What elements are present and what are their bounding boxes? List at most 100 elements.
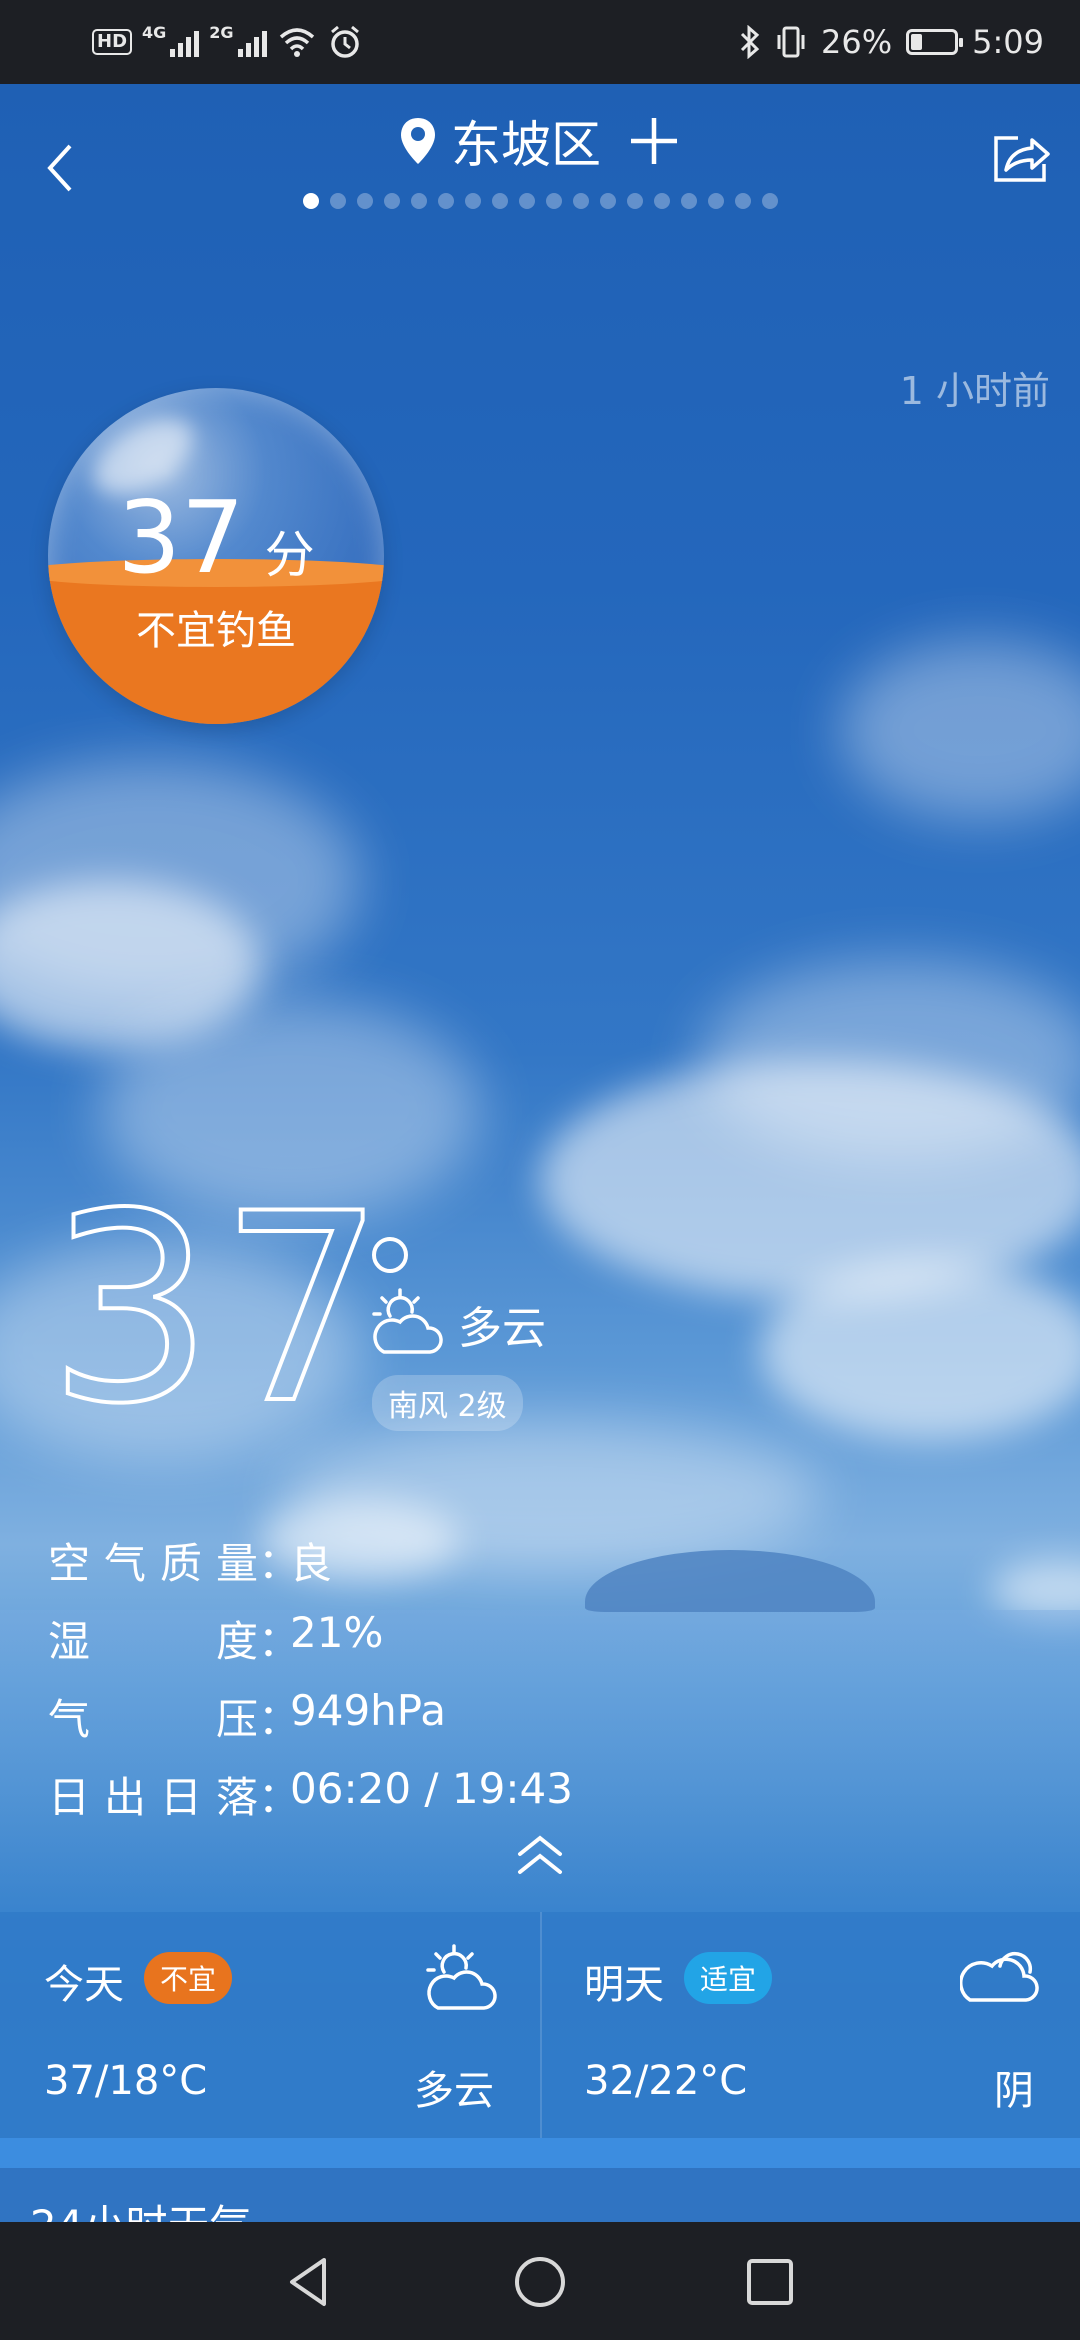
partly-cloudy-icon [372, 1288, 443, 1354]
background-cloud [840, 640, 1080, 820]
vibrate-icon [777, 26, 805, 58]
page-dot-active [302, 193, 319, 209]
detail-label-char: 空 [48, 1539, 91, 1588]
page-dot [518, 193, 535, 209]
detail-value: 949hPa [290, 1686, 446, 1735]
status-bar-right: 26% 5:09 [739, 18, 1044, 66]
page-dot [707, 193, 724, 209]
detail-label-char: 压 [215, 1695, 258, 1744]
battery-percent: 26% [821, 23, 893, 61]
detail-row: 气压： 949hPa [48, 1686, 446, 1747]
page-dot [356, 193, 373, 209]
page-dot [491, 193, 508, 209]
page-dot [761, 193, 778, 209]
degree-symbol [372, 1237, 408, 1273]
signal-icon [170, 27, 200, 57]
detail-label: 空气质量 [48, 1530, 258, 1591]
current-condition: 多云 [458, 1303, 546, 1354]
alarm-icon [330, 25, 359, 58]
detail-label-char: 量 [215, 1539, 258, 1588]
detail-colon: ： [258, 1617, 301, 1666]
sim1-network-type: 4G [142, 22, 167, 42]
hourly-forecast-panel[interactable]: 24小时天气 [0, 2168, 1080, 2222]
forecast-temp-range: 37/18°C [44, 2058, 208, 2104]
page-dot [464, 193, 481, 209]
page-dot [329, 193, 346, 209]
page-dot [734, 193, 751, 209]
clock: 5:09 [972, 23, 1044, 61]
detail-label-char: 出 [103, 1773, 146, 1822]
forecast-temp-range: 32/22°C [584, 2058, 748, 2104]
expand-button[interactable] [512, 1830, 568, 1880]
detail-colon: ： [258, 1695, 301, 1744]
detail-row: 空气质量：良 [48, 1530, 332, 1591]
partly-cloudy-icon [426, 1944, 497, 2010]
detail-label-char: 气 [103, 1539, 146, 1588]
share-button[interactable] [988, 130, 1052, 186]
location-name: 东坡区 [451, 116, 601, 174]
plus-icon [631, 118, 677, 164]
forecast-day: 今天 [44, 1962, 124, 2008]
page-dot [437, 193, 454, 209]
page-dot [626, 193, 643, 209]
detail-label-char: 日 [48, 1773, 91, 1822]
hd-icon: HD [92, 29, 133, 55]
detail-label-char: 湿 [48, 1617, 91, 1666]
square-recents-icon [747, 2259, 793, 2305]
update-time: 1 小时前 [899, 369, 1050, 413]
detail-label-char: 质 [159, 1539, 202, 1588]
detail-colon: ： [258, 1539, 301, 1588]
fishing-badge: 适宜 [684, 1952, 773, 2004]
location-header[interactable]: 东坡区 [0, 105, 1080, 177]
navigation-bar [0, 2222, 1080, 2340]
status-bar: HD 4G 2G 26% 5:09 [0, 0, 1080, 84]
status-bar-left: HD 4G 2G [92, 18, 363, 66]
fishing-index-orb[interactable]: 37 分 不宜钓鱼 [48, 388, 384, 724]
detail-label-char: 落 [215, 1773, 258, 1822]
page-dot [383, 193, 400, 209]
battery-icon [906, 29, 964, 55]
page-dot [599, 193, 616, 209]
detail-value: 21% [290, 1608, 384, 1657]
daily-forecast-panel: 今天 不宜 37/18°C 多云 明天 适宜 32/22°C 阴 [0, 1912, 1080, 2138]
detail-label: 日出日落 [48, 1764, 258, 1825]
wifi-icon [279, 28, 314, 57]
nav-home-button[interactable] [510, 2252, 570, 2312]
background-cloud [760, 1260, 1080, 1440]
detail-label-char: 日 [159, 1773, 202, 1822]
detail-label: 气压 [48, 1686, 258, 1747]
forecast-today[interactable]: 今天 不宜 37/18°C 多云 [0, 1912, 540, 2138]
chevron-double-up-icon [518, 1835, 562, 1874]
background-cloud [700, 960, 1080, 1160]
detail-label-char: 度 [215, 1617, 258, 1666]
detail-label: 湿度 [48, 1608, 258, 1669]
triangle-back-icon [290, 2258, 326, 2306]
current-temperature-value: 37 [46, 1159, 391, 1461]
page-dot [572, 193, 589, 209]
detail-row: 日出日落： 06:20 / 19:43 [48, 1764, 573, 1825]
circle-home-icon [515, 2257, 565, 2307]
bluetooth-icon [740, 25, 760, 59]
fishing-score: 37 分 [48, 488, 384, 605]
nav-recents-button[interactable] [740, 2252, 800, 2312]
fishing-score-value: 37 [117, 479, 245, 596]
detail-value: 06:20 / 19:43 [290, 1764, 573, 1813]
hourly-forecast-title: 24小时天气 [30, 2192, 251, 2222]
forecast-tomorrow[interactable]: 明天 适宜 32/22°C 阴 [540, 1912, 1080, 2138]
section-separator [0, 2138, 1080, 2168]
detail-row: 湿度： 21% [48, 1608, 383, 1669]
page-dot [653, 193, 670, 209]
detail-label-char: 气 [48, 1695, 91, 1744]
nav-back-button[interactable] [280, 2252, 340, 2312]
forecast-day: 明天 [584, 1962, 664, 2008]
signal-icon [237, 27, 267, 57]
fishing-score-unit: 分 [264, 526, 315, 584]
forecast-condition: 阴 [994, 2068, 1034, 2114]
add-city-button[interactable] [627, 114, 681, 168]
sim2-network-type: 2G [209, 22, 234, 42]
forecast-condition: 多云 [414, 2068, 494, 2114]
page-dot [545, 193, 562, 209]
fishing-verdict: 不宜钓鱼 [136, 608, 296, 654]
page-dot [410, 193, 427, 209]
cloudy-icon [960, 1952, 1039, 2002]
